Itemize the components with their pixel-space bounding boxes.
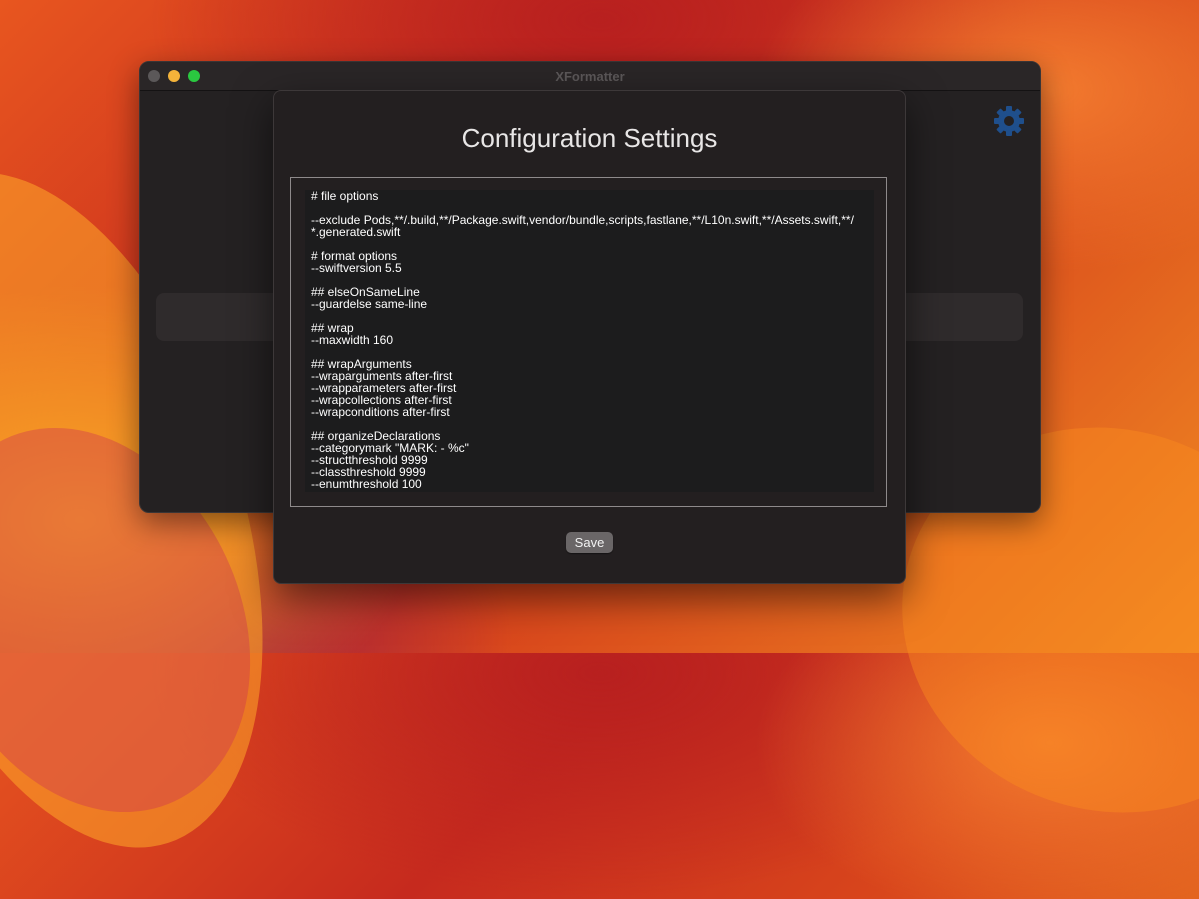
editor-line: --wrapconditions after-first [311, 405, 450, 419]
configuration-sheet: Configuration Settings # file options --e… [273, 90, 906, 584]
title-bar[interactable]: XFormatter [140, 62, 1040, 91]
editor-line: --maxwidth 160 [311, 333, 394, 347]
gear-icon[interactable] [992, 104, 1026, 138]
sheet-title: Configuration Settings [461, 123, 718, 153]
window-title: XFormatter [555, 69, 625, 84]
editor-line: --guardelse same-line [311, 297, 428, 311]
save-button[interactable]: Save [566, 532, 613, 553]
editor-line: # file options [311, 190, 379, 203]
editor-line: --swiftversion 5.5 [311, 261, 402, 275]
config-text-editor[interactable]: # file options --exclude Pods,**/.build,*… [305, 190, 874, 492]
editor-blank-line [305, 310, 874, 322]
config-editor-frame: # file options --exclude Pods,**/.build,*… [290, 177, 887, 507]
editor-line: --enumthreshold 100 [311, 477, 422, 491]
editor-line: *.generated.swift [311, 225, 401, 239]
